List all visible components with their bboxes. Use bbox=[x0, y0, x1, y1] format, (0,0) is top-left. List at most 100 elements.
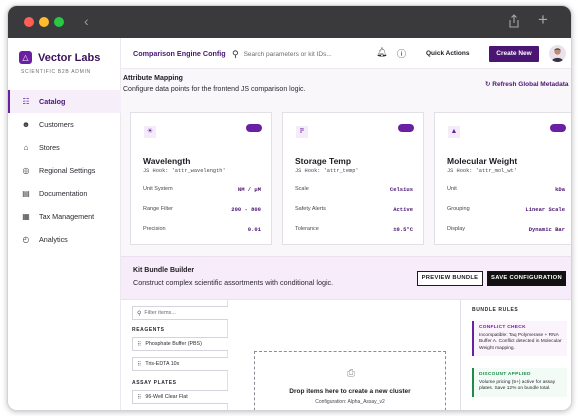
window-titlebar: ‹ + bbox=[8, 6, 571, 38]
sidebar-item-catalog[interactable]: ☷ Catalog bbox=[8, 90, 121, 113]
new-tab-icon[interactable]: + bbox=[538, 10, 548, 30]
attribute-row: Unit System NM / µM bbox=[143, 186, 261, 193]
search-icon: ⚲ bbox=[137, 310, 142, 317]
bundle-rules-panel: BUNDLE RULES CONFLICT CHECK Incompatible… bbox=[460, 300, 571, 410]
row-label: Safety Alerts bbox=[295, 206, 326, 212]
row-value[interactable]: Celsius bbox=[390, 186, 413, 193]
attribute-row: Precision 0.01 bbox=[143, 226, 261, 233]
attribute-mapping-title: Attribute Mapping bbox=[123, 75, 183, 82]
bell-icon[interactable]: 🔔︎ bbox=[376, 47, 387, 58]
drop-zone[interactable]: ⎙ Drop items here to create a new cluste… bbox=[254, 351, 446, 410]
attribute-toggle[interactable] bbox=[398, 124, 414, 132]
drop-zone-subtitle: Configuration: Alpha_Assay_v2 bbox=[315, 399, 385, 405]
rule-conflict-check: CONFLICT CHECK Incompatible: Taq Polymer… bbox=[472, 321, 567, 357]
attribute-card-storage-temp[interactable]: ℙ Storage Temp JS Hook: 'attr_temp' Scal… bbox=[282, 112, 424, 245]
row-label: Display bbox=[447, 226, 466, 232]
row-value[interactable]: 200 - 800 bbox=[231, 206, 261, 213]
attribute-row: Display Dynamic Bar bbox=[447, 226, 565, 233]
attribute-toggle[interactable] bbox=[246, 124, 262, 132]
maximize-window-button[interactable] bbox=[54, 17, 64, 27]
share-icon[interactable] bbox=[508, 14, 520, 28]
sidebar-item-label: Tax Management bbox=[39, 212, 95, 221]
sidebar-item-label: Analytics bbox=[39, 235, 68, 244]
kit-bundle-title: Kit Bundle Builder bbox=[133, 267, 195, 274]
sidebar-item-stores[interactable]: ⌂ Stores bbox=[8, 136, 121, 159]
document-icon: ▤ bbox=[22, 189, 30, 198]
preview-bundle-button[interactable]: PREVIEW BUNDLE bbox=[417, 271, 483, 286]
sidebar-item-regional-settings[interactable]: ◎ Regional Settings bbox=[8, 159, 121, 182]
back-icon[interactable]: ‹ bbox=[84, 13, 89, 29]
row-label: Unit System bbox=[143, 186, 173, 192]
drag-handle-icon[interactable]: ⠿ bbox=[137, 361, 141, 368]
quick-actions-button[interactable]: Quick Actions bbox=[426, 50, 469, 57]
flask-logo-icon: △ bbox=[19, 51, 32, 64]
app-logo: △ Vector Labs bbox=[19, 51, 100, 64]
receipt-icon: ▦ bbox=[22, 212, 30, 221]
drop-zone-title: Drop items here to create a new cluster bbox=[289, 388, 411, 395]
book-icon: ☷ bbox=[22, 97, 30, 106]
refresh-metadata-link[interactable]: ↻ Refresh Global Metadata bbox=[485, 80, 568, 88]
row-value[interactable]: Linear Scale bbox=[525, 206, 565, 213]
attribute-toggle[interactable] bbox=[550, 124, 566, 132]
attribute-row: Scale Celsius bbox=[295, 186, 413, 193]
sidebar-item-label: Stores bbox=[39, 143, 60, 152]
users-icon: ☻ bbox=[21, 120, 31, 129]
main-content: Attribute Mapping Configure data points … bbox=[121, 69, 571, 410]
search-input[interactable] bbox=[243, 50, 364, 58]
avatar[interactable] bbox=[549, 45, 566, 62]
row-label: Range Filter bbox=[143, 206, 173, 212]
sidebar-item-label: Customers bbox=[39, 120, 74, 129]
drag-handle-icon[interactable]: ⠿ bbox=[137, 341, 141, 348]
app-name: Vector Labs bbox=[38, 51, 101, 64]
library-item-label: 96-Well Clear Flat bbox=[145, 394, 188, 400]
row-value[interactable]: NM / µM bbox=[238, 186, 261, 193]
library-item-label: Phosphate Buffer (PBS) bbox=[145, 341, 202, 347]
filter-field[interactable]: ⚲ bbox=[132, 306, 235, 320]
row-label: Grouping bbox=[447, 206, 470, 212]
refresh-label: Refresh Global Metadata bbox=[492, 81, 569, 88]
sidebar-item-label: Documentation bbox=[39, 189, 88, 198]
attribute-card-wavelength[interactable]: ☀ Wavelength JS Hook: 'attr_wavelength' … bbox=[130, 112, 272, 245]
row-label: Tolerance bbox=[295, 226, 319, 232]
globe-icon: ◎ bbox=[22, 166, 30, 175]
library-group-label: REAGENTS bbox=[132, 327, 165, 333]
rule-discount-applied: DISCOUNT APPLIED Volume pricing (5+) act… bbox=[472, 368, 567, 397]
app-subtitle: SCIENTIFIC B2B ADMIN bbox=[21, 69, 91, 75]
sidebar-item-documentation[interactable]: ▤ Documentation bbox=[8, 182, 121, 205]
page-title: Comparison Engine Config bbox=[133, 49, 226, 58]
library-item[interactable]: ⠿ Tris-EDTA 10x bbox=[132, 357, 235, 371]
sidebar-item-analytics[interactable]: ◴ Analytics bbox=[8, 228, 121, 251]
row-value[interactable]: 0.01 bbox=[248, 226, 261, 233]
attribute-js-hook: JS Hook: 'attr_mol_wt' bbox=[447, 168, 517, 174]
attribute-card-molecular-weight[interactable]: ▲ Molecular Weight JS Hook: 'attr_mol_wt… bbox=[434, 112, 571, 245]
row-value[interactable]: kDa bbox=[555, 186, 565, 193]
top-bar: Comparison Engine Config ⚲ 🔔︎ ⓘ Quick Ac… bbox=[121, 38, 571, 69]
sidebar: △ Vector Labs SCIENTIFIC B2B ADMIN ☷ Cat… bbox=[8, 38, 121, 410]
row-value[interactable]: Active bbox=[393, 206, 413, 213]
drag-handle-icon[interactable]: ⠿ bbox=[137, 394, 141, 401]
search-bar[interactable]: ⚲ bbox=[232, 47, 367, 61]
user-avatar-icon bbox=[551, 48, 564, 62]
filter-input[interactable] bbox=[144, 310, 225, 316]
sidebar-nav: ☷ Catalog ☻ Customers ⌂ Stores ◎ Regiona… bbox=[8, 90, 121, 251]
minimize-window-button[interactable] bbox=[39, 17, 49, 27]
save-configuration-button[interactable]: SAVE CONFIGURATION bbox=[487, 271, 566, 286]
clipboard-icon: ⎙ bbox=[347, 368, 355, 379]
search-icon: ⚲ bbox=[232, 48, 239, 59]
create-new-button[interactable]: Create New bbox=[489, 46, 539, 62]
kit-bundle-builder: Kit Bundle Builder Construct complex sci… bbox=[121, 256, 571, 300]
attribute-mapping-description: Configure data points for the frontend J… bbox=[123, 86, 306, 93]
sidebar-item-customers[interactable]: ☻ Customers bbox=[8, 113, 121, 136]
library-item[interactable]: ⠿ Phosphate Buffer (PBS) bbox=[132, 337, 235, 351]
sidebar-item-tax-management[interactable]: ▦ Tax Management bbox=[8, 205, 121, 228]
row-value[interactable]: ±0.5°C bbox=[393, 226, 413, 233]
row-value[interactable]: Dynamic Bar bbox=[529, 226, 565, 233]
library-item[interactable]: ⠿ 96-Well Clear Flat bbox=[132, 390, 235, 404]
row-label: Scale bbox=[295, 186, 309, 192]
attribute-name: Wavelength bbox=[143, 156, 191, 166]
help-icon[interactable]: ⓘ bbox=[397, 47, 406, 60]
close-window-button[interactable] bbox=[24, 17, 34, 27]
weight-icon: ▲ bbox=[448, 126, 460, 138]
row-label: Unit bbox=[447, 186, 457, 192]
thermometer-icon: ℙ bbox=[296, 126, 308, 138]
